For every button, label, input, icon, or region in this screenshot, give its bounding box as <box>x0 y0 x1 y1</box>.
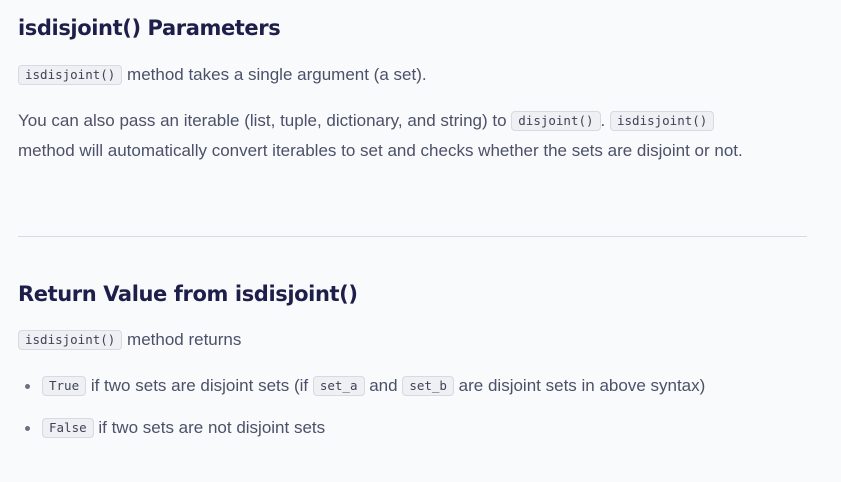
return-values-list: True if two sets are disjoint sets (if s… <box>18 372 818 456</box>
inline-code: set_b <box>402 376 454 396</box>
section-heading-return-value: Return Value from isdisjoint() <box>18 282 358 306</box>
inline-code: disjoint() <box>511 111 601 131</box>
bullet-icon <box>25 426 30 431</box>
paragraph-text: . <box>600 111 610 130</box>
inline-code: set_a <box>312 376 365 396</box>
inline-code: True <box>42 376 87 396</box>
list-item-text: and <box>364 376 403 395</box>
return-paragraph: isdisjoint() method returns <box>18 325 241 355</box>
article-content: isdisjoint() Parameters isdisjoint() met… <box>0 0 841 482</box>
paragraph-text: You can also pass an iterable (list, tup… <box>18 111 512 130</box>
section-heading-parameters: isdisjoint() Parameters <box>18 16 281 40</box>
inline-code: isdisjoint() <box>18 330 123 350</box>
section-divider <box>18 236 807 237</box>
parameters-paragraph-2: You can also pass an iterable (list, tup… <box>18 106 818 166</box>
list-item: False if two sets are not disjoint sets <box>18 414 818 442</box>
parameters-paragraph-1: isdisjoint() method takes a single argum… <box>18 60 427 90</box>
inline-code: isdisjoint() <box>610 111 715 131</box>
bullet-icon <box>25 384 30 389</box>
inline-code: False <box>42 418 94 438</box>
list-item-text: if two sets are disjoint sets (if <box>86 376 313 395</box>
list-item-text: if two sets are not disjoint sets <box>93 418 326 437</box>
paragraph-text: method takes a single argument (a set). <box>122 65 427 84</box>
paragraph-text: method returns <box>122 330 242 349</box>
inline-code: isdisjoint() <box>18 65 123 85</box>
list-item-text: are disjoint sets in above syntax) <box>453 376 706 395</box>
paragraph-text: method will automatically convert iterab… <box>18 141 743 160</box>
list-item: True if two sets are disjoint sets (if s… <box>18 372 818 400</box>
